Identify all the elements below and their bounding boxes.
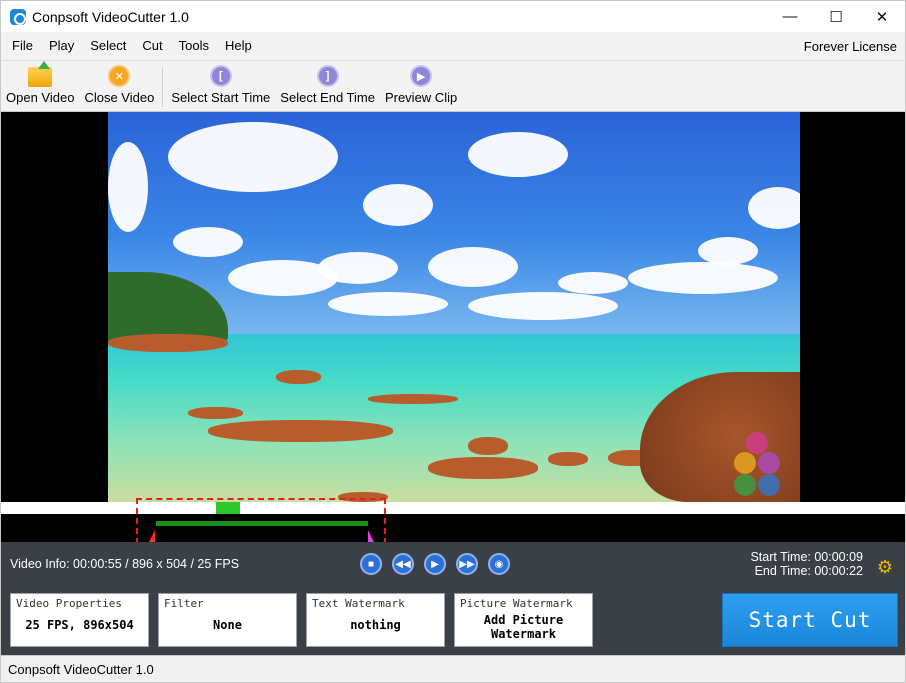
gear-icon[interactable]: ⚙ bbox=[877, 558, 893, 576]
rock bbox=[468, 437, 508, 455]
rock bbox=[428, 457, 538, 479]
window-title: Conpsoft VideoCutter 1.0 bbox=[32, 8, 189, 25]
toolbar: Open Video ✕ Close Video [ Select Start … bbox=[0, 60, 906, 112]
rock bbox=[208, 420, 393, 442]
menu-help[interactable]: Help bbox=[217, 32, 260, 60]
cloud bbox=[168, 122, 338, 192]
video-properties-caption: Video Properties bbox=[16, 597, 122, 610]
cloud bbox=[363, 184, 433, 226]
filter-card[interactable]: Filter None bbox=[158, 593, 297, 647]
watermark-logo bbox=[734, 428, 794, 500]
menu-tools[interactable]: Tools bbox=[171, 32, 217, 60]
logo-dot bbox=[758, 474, 780, 496]
close-video-label: Close Video bbox=[84, 90, 155, 105]
cloud bbox=[328, 292, 448, 316]
logo-dot bbox=[758, 452, 780, 474]
video-info: Video Info: 00:00:55 / 896 x 504 / 25 FP… bbox=[10, 557, 240, 571]
rock bbox=[548, 452, 588, 466]
play-button[interactable]: ▶ bbox=[424, 553, 446, 575]
close-video-icon: ✕ bbox=[108, 65, 131, 87]
picture-watermark-value: Add Picture Watermark bbox=[455, 613, 592, 641]
rock bbox=[368, 394, 458, 404]
cloud bbox=[173, 227, 243, 257]
title-bar: Conpsoft VideoCutter 1.0 — ☐ ✕ bbox=[0, 0, 906, 32]
picture-watermark-caption: Picture Watermark bbox=[460, 597, 573, 610]
select-start-time-label: Select Start Time bbox=[171, 90, 271, 105]
fast-forward-button[interactable]: ▶▶ bbox=[456, 553, 478, 575]
video-properties-card[interactable]: Video Properties 25 FPS, 896x504 bbox=[10, 593, 149, 647]
snapshot-camera-button[interactable]: ◉ bbox=[488, 553, 510, 575]
preview-clip-label: Preview Clip bbox=[384, 90, 458, 105]
picture-watermark-value-line2: Watermark bbox=[490, 627, 557, 641]
start-time: Start Time: 00:00:09 bbox=[750, 550, 863, 564]
menu-bar: File Play Select Cut Tools Help Forever … bbox=[0, 32, 906, 60]
toolbar-divider bbox=[162, 67, 164, 107]
cloud bbox=[318, 252, 398, 284]
window-controls: — ☐ ✕ bbox=[767, 1, 905, 32]
picture-watermark-value-line1: Add Picture bbox=[483, 613, 564, 627]
filter-caption: Filter bbox=[164, 597, 204, 610]
text-watermark-card[interactable]: Text Watermark nothing bbox=[306, 593, 445, 647]
select-start-time-button[interactable]: [ Select Start Time bbox=[166, 61, 275, 111]
open-folder-icon bbox=[28, 61, 53, 87]
select-end-time-button[interactable]: ] Select End Time bbox=[275, 61, 380, 111]
filter-value: None bbox=[213, 618, 242, 632]
stop-button[interactable]: ■ bbox=[360, 553, 382, 575]
preview-clip-button[interactable]: ▶ Preview Clip bbox=[380, 61, 462, 111]
logo-dot bbox=[734, 452, 756, 474]
rock bbox=[108, 334, 228, 352]
menu-cut[interactable]: Cut bbox=[134, 32, 170, 60]
status-bar: Conpsoft VideoCutter 1.0 bbox=[0, 655, 906, 683]
maximize-button[interactable]: ☐ bbox=[813, 1, 859, 32]
end-time: End Time: 00:00:22 bbox=[754, 564, 863, 578]
text-watermark-caption: Text Watermark bbox=[312, 597, 405, 610]
license-label[interactable]: Forever License bbox=[804, 39, 897, 54]
open-video-button[interactable]: Open Video bbox=[1, 61, 79, 111]
select-end-time-label: Select End Time bbox=[280, 90, 375, 105]
rock bbox=[188, 407, 243, 419]
preview-play-icon: ▶ bbox=[410, 65, 433, 87]
start-bracket-icon: [ bbox=[209, 65, 232, 87]
video-properties-value: 25 FPS, 896x504 bbox=[25, 618, 134, 632]
rock bbox=[276, 370, 321, 384]
cloud bbox=[558, 272, 628, 294]
cloud bbox=[698, 237, 758, 265]
video-player[interactable] bbox=[0, 112, 906, 502]
minimize-button[interactable]: — bbox=[767, 1, 813, 32]
status-text: Conpsoft VideoCutter 1.0 bbox=[8, 661, 154, 677]
menu-select[interactable]: Select bbox=[82, 32, 134, 60]
logo-dot bbox=[734, 474, 756, 496]
cloud bbox=[628, 262, 778, 294]
app-logo-icon bbox=[10, 8, 26, 25]
menu-play[interactable]: Play bbox=[41, 32, 82, 60]
video-frame bbox=[108, 112, 800, 502]
close-video-button[interactable]: ✕ Close Video bbox=[79, 61, 159, 111]
cloud bbox=[748, 187, 800, 229]
text-watermark-value: nothing bbox=[350, 618, 401, 632]
cloud bbox=[468, 132, 568, 177]
picture-watermark-card[interactable]: Picture Watermark Add Picture Watermark bbox=[454, 593, 593, 647]
close-window-button[interactable]: ✕ bbox=[859, 1, 905, 32]
cloud bbox=[428, 247, 518, 287]
playback-controls: ■ ◀◀ ▶ ▶▶ ◉ bbox=[360, 553, 510, 575]
cloud bbox=[108, 142, 148, 232]
open-video-label: Open Video bbox=[6, 90, 75, 105]
menu-file[interactable]: File bbox=[1, 32, 41, 60]
end-bracket-icon: ] bbox=[316, 65, 339, 87]
selection-highlight bbox=[136, 498, 386, 544]
cloud bbox=[468, 292, 618, 320]
logo-dot bbox=[746, 432, 768, 454]
rewind-button[interactable]: ◀◀ bbox=[392, 553, 414, 575]
clip-times: Start Time: 00:00:09 End Time: 00:00:22 bbox=[750, 550, 863, 578]
start-cut-button[interactable]: Start Cut bbox=[722, 593, 898, 647]
controls-panel: Video Info: 00:00:55 / 896 x 504 / 25 FP… bbox=[0, 542, 906, 655]
